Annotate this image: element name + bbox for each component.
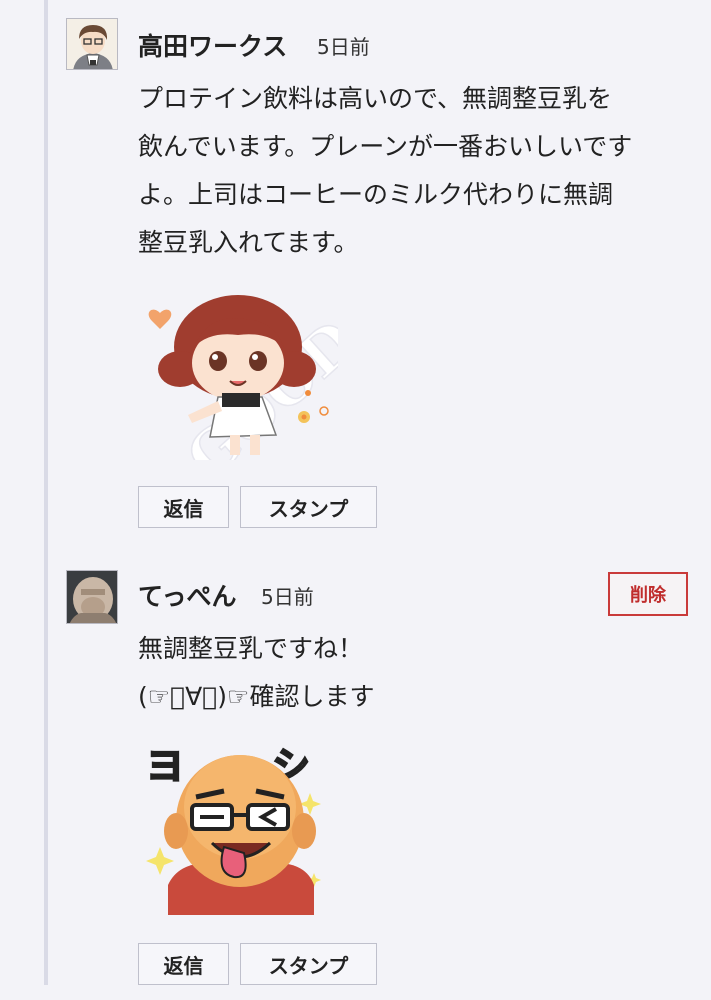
avatar-image (67, 571, 117, 623)
good-girl-sticker: GOOD (138, 285, 370, 493)
author-name[interactable]: 高田ワークス (138, 27, 287, 63)
avatar[interactable] (66, 18, 118, 70)
reply-button[interactable]: 返信 (138, 486, 229, 528)
comment-line: プロテイン飲料は高いので、無調整豆乳を (138, 84, 613, 113)
comment-line: よ。上司はコーヒーのミルク代わりに無調 (138, 180, 614, 209)
comment-line: 整豆乳入れてます。 (138, 228, 359, 257)
avatar[interactable] (66, 570, 118, 624)
comment-text: 無調整豆乳ですね！ (☞ﾟ∀ﾟ)☞確認します (138, 625, 693, 721)
avatar-image (67, 19, 117, 69)
comment-text: プロテイン飲料は高いので、無調整豆乳を 飲んでいます。プレーンが一番おいしいです… (138, 75, 693, 267)
stamp-button[interactable]: スタンプ (240, 943, 377, 985)
stamp-button[interactable]: スタンプ (240, 486, 377, 528)
comment-line: (☞ﾟ∀ﾟ)☞確認します (138, 682, 375, 711)
thread-line (44, 0, 48, 985)
comment-line: 飲んでいます。プレーンが一番おいしいです (138, 132, 633, 161)
reply-button[interactable]: 返信 (138, 943, 229, 985)
timestamp: 5日前 (317, 35, 370, 59)
author-name[interactable]: てっぺん (138, 577, 237, 613)
comment-line: 無調整豆乳ですね！ (138, 634, 364, 663)
timestamp: 5日前 (261, 585, 314, 609)
delete-button[interactable]: 削除 (608, 572, 688, 616)
yoshi-sticker: ヨシ! (138, 735, 416, 915)
